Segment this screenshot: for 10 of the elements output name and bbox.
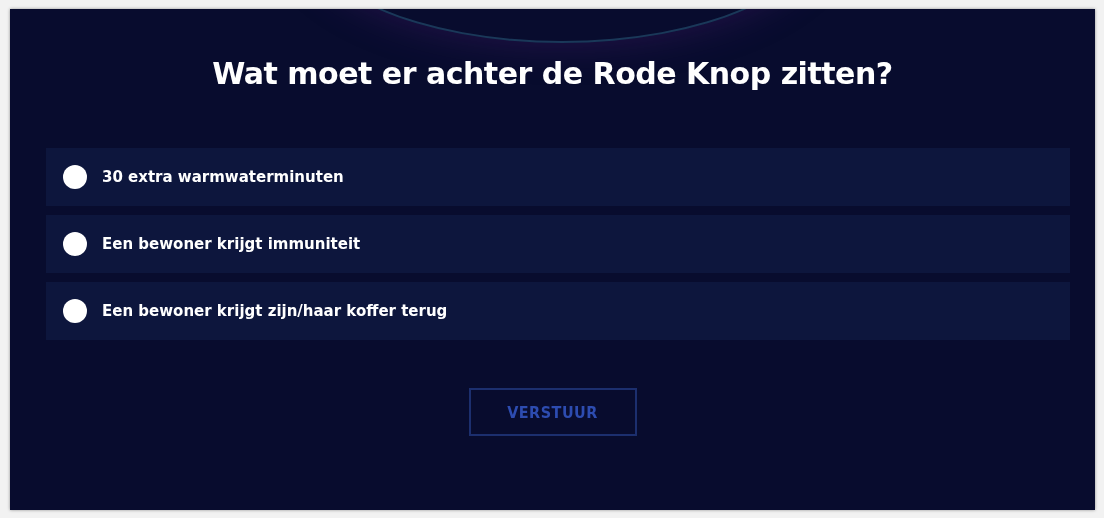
radio-button[interactable]	[63, 165, 87, 189]
radio-button[interactable]	[63, 299, 87, 323]
answer-option[interactable]: Een bewoner krijgt immuniteit	[46, 215, 1070, 273]
question-title: Wat moet er achter de Rode Knop zitten?	[212, 57, 893, 90]
radio-button[interactable]	[63, 232, 87, 256]
answer-option[interactable]: 30 extra warmwaterminuten	[46, 148, 1070, 206]
option-label: Een bewoner krijgt immuniteit	[102, 235, 361, 253]
option-label: 30 extra warmwaterminuten	[102, 168, 344, 186]
option-label: Een bewoner krijgt zijn/haar koffer terug	[102, 302, 448, 320]
answer-option[interactable]: Een bewoner krijgt zijn/haar koffer terug	[46, 282, 1070, 340]
